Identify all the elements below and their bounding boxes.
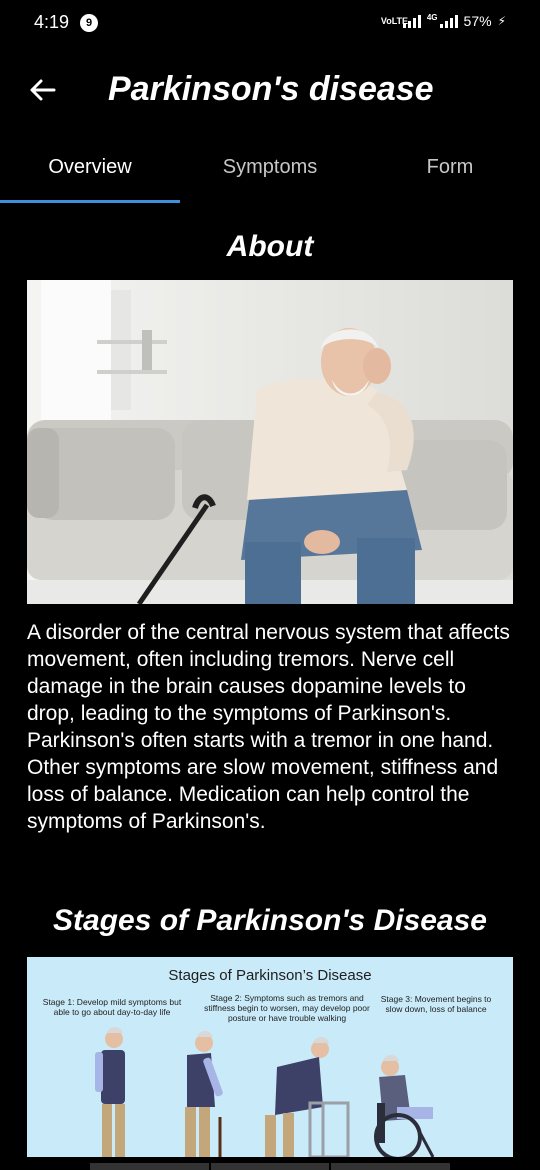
stage-1-figure: [95, 1027, 125, 1157]
stages-figures-illustration: [95, 1027, 435, 1157]
app-bar: Parkinson's disease: [0, 48, 540, 134]
about-description: A disorder of the central nervous system…: [27, 621, 510, 833]
screen: 4:19 9 VoLTE 4G 57% ⚡ Parkinson's diseas…: [0, 0, 540, 1170]
elderly-man-on-sofa-image: [27, 280, 513, 604]
network-type-label: 4G: [426, 13, 438, 22]
bottom-navigation-hint: [90, 1163, 451, 1170]
tab-bar: Overview Symptoms Form: [0, 134, 540, 204]
tab-form[interactable]: Form: [360, 134, 540, 200]
notification-badge: 9: [80, 14, 98, 32]
tab-overview[interactable]: Overview: [0, 134, 180, 200]
volte-icon: VoLTE: [380, 15, 409, 26]
stages-heading: Stages of Parkinson's Disease: [53, 904, 487, 937]
signal-strength-2-icon: [439, 14, 458, 28]
status-time: 4:19: [34, 12, 70, 32]
status-icons: VoLTE 4G 57% ⚡: [381, 13, 506, 29]
stage-3-figure: [265, 1037, 350, 1157]
stage-2-figure: [185, 1031, 223, 1157]
about-heading: About: [226, 230, 314, 263]
arrow-left-icon: [30, 79, 56, 101]
active-tab-indicator: [0, 200, 180, 203]
status-bar: 4:19 9 VoLTE 4G 57% ⚡: [0, 0, 540, 48]
charging-bolt-icon: ⚡: [497, 14, 506, 28]
stages-infographic: Stages of Parkinson’s Disease Stage 1: D…: [27, 957, 513, 1157]
signal-strength-icon: [402, 14, 421, 28]
page-title: Parkinson's disease: [108, 70, 434, 108]
hero-image: [27, 280, 513, 604]
tab-symptoms[interactable]: Symptoms: [180, 134, 360, 200]
stage-4-figure: [374, 1055, 435, 1157]
back-button[interactable]: [24, 72, 60, 108]
battery-percent: 57%: [463, 13, 492, 29]
